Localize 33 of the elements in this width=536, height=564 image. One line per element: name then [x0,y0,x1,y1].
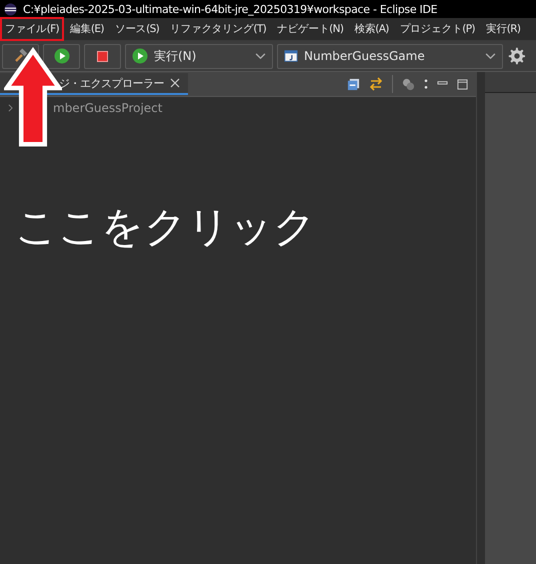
filter-icon[interactable] [402,78,415,90]
menu-item[interactable]: プロジェクト(P) [394,17,480,41]
run-button[interactable] [43,44,80,68]
hammer-icon [12,48,28,64]
play-icon [54,48,70,64]
java-class-icon [284,49,298,63]
window-title: C:¥pleiades-2025-03-ultimate-win-64bit-jre_20250319¥workspace - Eclipse IDE [23,2,438,16]
eclipse-logo-icon [4,2,17,16]
close-icon[interactable] [170,78,180,88]
launch-config-label: NumberGuessGame [304,49,426,63]
click-here-caption: ここをクリック [15,201,317,253]
chevron-down-icon [485,52,496,60]
chevron-down-icon [255,52,266,60]
run-mode-dropdown[interactable]: 実行(N) [125,44,273,68]
launch-config-dropdown[interactable]: NumberGuessGame [277,44,503,68]
menu-item[interactable]: ファイル(F) [0,17,64,41]
menu-item[interactable]: 編集(E) [65,17,109,41]
menu-item[interactable]: ソース(S) [110,17,164,41]
stop-button[interactable] [84,44,121,68]
menu-item[interactable]: リファクタリング(T) [165,17,272,41]
play-icon [132,48,148,64]
project-item[interactable]: mberGuessProject [53,101,162,115]
menu-item[interactable]: ナビゲート(N) [272,17,348,41]
menu-item[interactable]: 実行(R) [480,17,526,41]
settings-icon[interactable] [508,47,526,65]
run-mode-label: 実行(N) [154,48,198,64]
link-arrows-icon[interactable] [369,77,383,91]
tab-label: ジ・エクスプローラー [59,76,164,90]
collapse-all-icon[interactable] [347,78,360,90]
more-options-icon[interactable] [424,78,428,90]
menu-item[interactable]: 検索(A) [349,17,394,41]
maximize-icon[interactable] [457,78,468,90]
stop-icon [97,50,108,62]
